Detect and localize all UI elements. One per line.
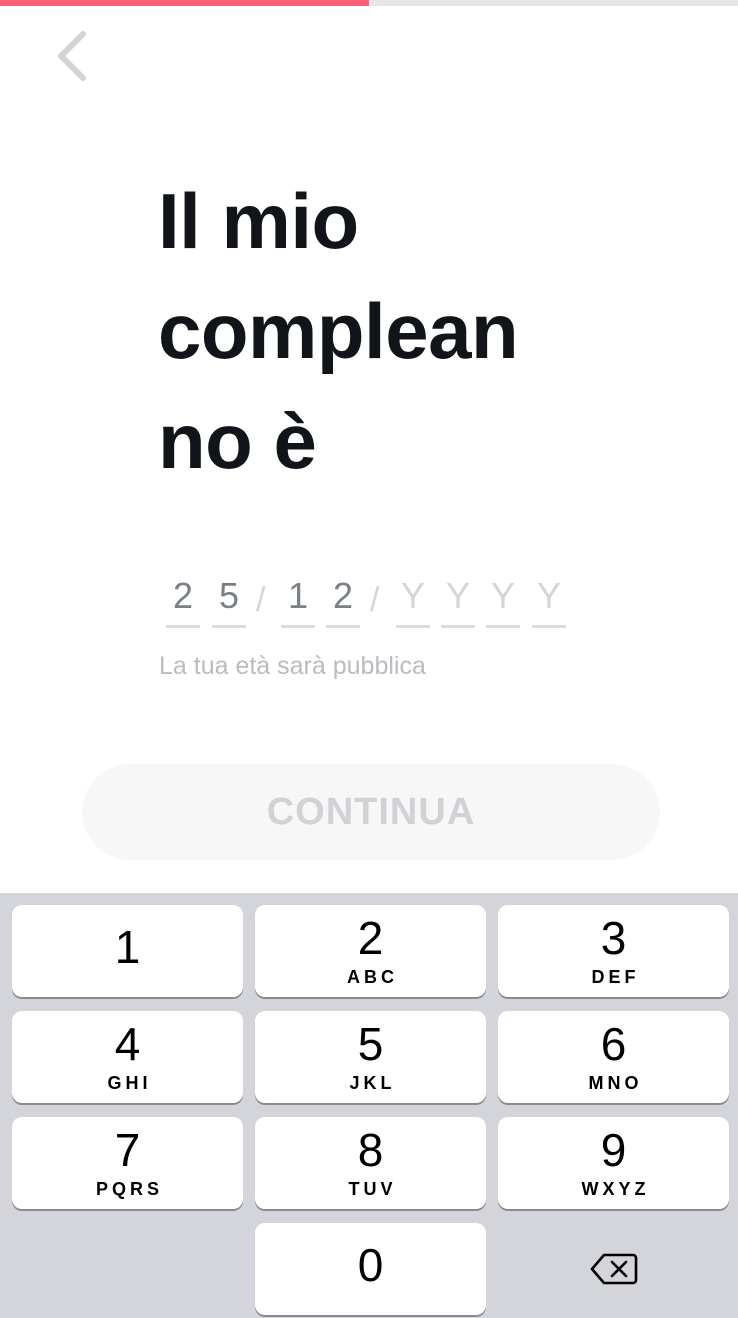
birthday-screen: Il mio complean no è 2 5 / 1 2 / Y Y Y Y… — [0, 0, 738, 1318]
key-digit: 3 — [600, 912, 627, 964]
age-public-hint: La tua età sarà pubblica — [159, 652, 426, 680]
back-button[interactable] — [44, 24, 100, 88]
key-digit: 5 — [357, 1018, 384, 1070]
key-letters: WXYZ — [581, 1179, 650, 1199]
date-separator: / — [370, 581, 380, 619]
key-1[interactable]: 1 — [12, 905, 243, 997]
year-digit-3[interactable]: Y — [486, 570, 520, 628]
key-digit: 1 — [114, 921, 141, 973]
key-letters: MNO — [588, 1073, 643, 1093]
key-0[interactable]: 0 — [255, 1223, 486, 1315]
key-6[interactable]: 6 MNO — [498, 1011, 729, 1103]
month-digit-2[interactable]: 2 — [326, 570, 360, 628]
progress-bar — [0, 0, 738, 6]
key-digit: 4 — [114, 1018, 141, 1070]
year-digit-2[interactable]: Y — [441, 570, 475, 628]
key-digit: 8 — [357, 1124, 384, 1176]
key-letters: ABC — [347, 967, 398, 987]
year-digit-4[interactable]: Y — [532, 570, 566, 628]
month-digit-1[interactable]: 1 — [281, 570, 315, 628]
key-2[interactable]: 2 ABC — [255, 905, 486, 997]
key-digit: 0 — [357, 1239, 384, 1291]
key-5[interactable]: 5 JKL — [255, 1011, 486, 1103]
page-title: Il mio complean no è — [158, 177, 519, 485]
key-letters: PQRS — [95, 1179, 163, 1199]
key-digit: 2 — [357, 912, 384, 964]
birthday-date-input[interactable]: 2 5 / 1 2 / Y Y Y Y — [166, 570, 586, 630]
key-letters: JKL — [349, 1073, 396, 1093]
key-digit: 9 — [600, 1124, 627, 1176]
date-separator: / — [256, 581, 266, 619]
day-digit-1[interactable]: 2 — [166, 570, 200, 628]
day-digit-2[interactable]: 5 — [212, 570, 246, 628]
key-letters: DEF — [591, 967, 640, 987]
key-letters: GHI — [107, 1073, 152, 1093]
key-4[interactable]: 4 GHI — [12, 1011, 243, 1103]
key-7[interactable]: 7 PQRS — [12, 1117, 243, 1209]
numeric-keyboard: 1 2 ABC 3 DEF 4 GHI 5 JKL 6 MNO 7 PQRS 8… — [0, 893, 738, 1318]
backspace-icon — [590, 1253, 637, 1285]
progress-fill — [0, 0, 369, 6]
chevron-left-icon — [58, 31, 86, 81]
key-digit: 6 — [600, 1018, 627, 1070]
year-digit-1[interactable]: Y — [396, 570, 430, 628]
key-digit: 7 — [114, 1124, 141, 1176]
key-9[interactable]: 9 WXYZ — [498, 1117, 729, 1209]
key-8[interactable]: 8 TUV — [255, 1117, 486, 1209]
continue-button[interactable]: CONTINUA — [82, 764, 660, 860]
key-3[interactable]: 3 DEF — [498, 905, 729, 997]
key-letters: TUV — [348, 1179, 397, 1199]
delete-key[interactable] — [498, 1223, 729, 1315]
